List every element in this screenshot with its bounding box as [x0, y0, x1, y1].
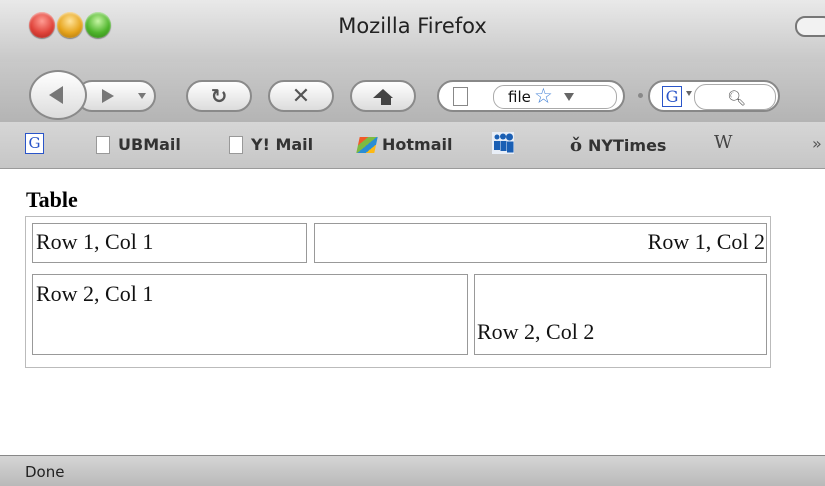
status-text: Done: [25, 463, 65, 481]
bookmarks-overflow-chevron-icon[interactable]: »: [812, 134, 822, 153]
table-cell: Row 2, Col 2: [474, 274, 767, 355]
forward-arrow-icon: [102, 89, 114, 103]
forward-button[interactable]: [76, 80, 156, 112]
bookmark-ymail[interactable]: Y! Mail: [229, 135, 313, 154]
url-dropdown-icon[interactable]: [564, 93, 574, 101]
windows-flag-icon: [356, 136, 378, 153]
bookmark-label: UBMail: [118, 135, 181, 154]
back-button[interactable]: [29, 70, 87, 120]
reload-icon: ↻: [210, 84, 228, 108]
home-button[interactable]: [350, 80, 416, 112]
bookmark-label: Hotmail: [382, 135, 453, 154]
bookmark-label: Y! Mail: [251, 135, 314, 154]
page-icon: [96, 135, 110, 154]
back-arrow-icon: [49, 86, 63, 104]
search-engine-icon[interactable]: G: [662, 86, 682, 107]
history-dropdown-icon[interactable]: [138, 93, 146, 99]
table-cell: Row 1, Col 1: [32, 223, 307, 263]
table-cell: Row 1, Col 2: [314, 223, 767, 263]
home-icon-body: [381, 97, 391, 105]
bookmark-ubmail[interactable]: UBMail: [96, 135, 181, 154]
search-input[interactable]: 🔍︎: [694, 84, 776, 110]
url-field[interactable]: file ☆: [493, 84, 617, 109]
bookmark-wikipedia[interactable]: W: [714, 132, 733, 153]
stop-button[interactable]: ✕: [268, 80, 334, 112]
window-title: Mozilla Firefox: [338, 14, 487, 38]
table-cell: Row 2, Col 1: [32, 274, 468, 355]
search-bar[interactable]: G 🔍︎: [648, 80, 780, 112]
url-bar[interactable]: file ☆: [437, 80, 625, 112]
bookmark-hotmail[interactable]: Hotmail: [356, 135, 453, 154]
bookmark-myspace[interactable]: [492, 132, 514, 154]
search-engine-dropdown-icon[interactable]: [686, 91, 692, 96]
toolbar-toggle-button[interactable]: [795, 16, 825, 37]
stop-icon: ✕: [291, 83, 311, 109]
toolbar-separator: [638, 93, 643, 98]
page-icon: [453, 87, 468, 106]
bookmark-label: NYTimes: [588, 136, 667, 155]
nyt-icon: ǒ: [570, 135, 583, 156]
bookmark-star-icon[interactable]: ☆: [534, 84, 553, 108]
bookmark-google[interactable]: G: [25, 133, 44, 154]
magnifier-icon[interactable]: 🔍︎: [727, 89, 746, 107]
status-bar: Done: [0, 455, 825, 486]
window-titlebar: Mozilla Firefox: [0, 0, 825, 62]
reload-button[interactable]: ↻: [186, 80, 252, 112]
bookmark-nytimes[interactable]: ǒ NYTimes: [570, 135, 666, 156]
page-icon: [229, 135, 243, 154]
url-text[interactable]: file: [508, 88, 534, 106]
html-table: Row 1, Col 1 Row 1, Col 2 Row 2, Col 1 R…: [25, 216, 771, 368]
page-heading: Table: [26, 187, 78, 212]
page-content: Table Row 1, Col 1 Row 1, Col 2 Row 2, C…: [0, 169, 825, 454]
